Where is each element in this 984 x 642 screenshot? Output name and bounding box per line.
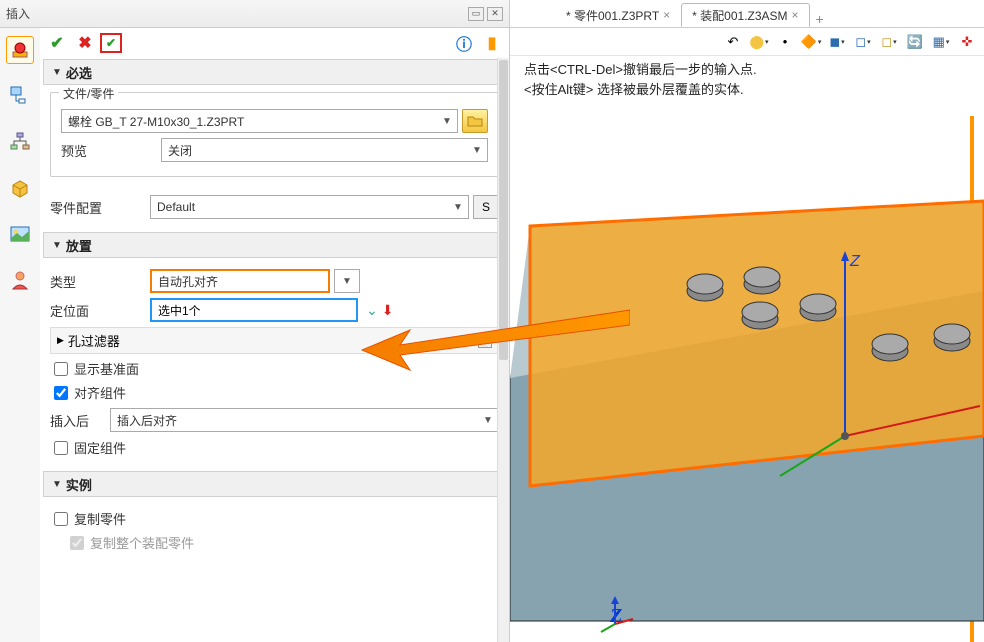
action-bar: ✔ ✖ ✔ ⓘ ▮: [40, 28, 509, 58]
spin-icon[interactable]: 🔄: [904, 32, 926, 52]
preview-select-value: 关闭: [168, 142, 192, 159]
show-datum-label: 显示基准面: [74, 359, 139, 378]
config-label: 零件配置: [50, 198, 150, 217]
filter-grid-icon[interactable]: [478, 334, 492, 348]
panel-pin-icon[interactable]: ▭: [468, 7, 484, 21]
type-select-value: 自动孔对齐: [158, 273, 218, 290]
cancel-button[interactable]: ✖: [72, 31, 98, 55]
insert-after-label: 插入后: [50, 411, 110, 430]
align-comp-checkbox[interactable]: [54, 386, 68, 400]
close-icon[interactable]: ×: [792, 8, 799, 22]
undo-icon[interactable]: ↶: [722, 32, 744, 52]
hint-line1: 点击<CTRL-Del>撤销最后一步的输入点.: [524, 60, 757, 80]
hint-text: 点击<CTRL-Del>撤销最后一步的输入点. <按住Alt键> 选择被最外层覆…: [524, 60, 757, 99]
stamp-icon[interactable]: [6, 36, 34, 64]
tab-asm[interactable]: * 装配001.Z3ASM ×: [681, 3, 809, 27]
face-label: 定位面: [50, 301, 150, 320]
hole-filter-header[interactable]: ▶ 孔过滤器: [50, 327, 499, 354]
file-select-value: 螺栓 GB_T 27-M10x30_1.Z3PRT: [68, 113, 244, 130]
viewport-3d[interactable]: Z Z: [510, 56, 984, 642]
cube-icon[interactable]: [6, 174, 34, 202]
section-required-header[interactable]: ▼ 必选: [43, 59, 506, 85]
dot-icon[interactable]: •: [774, 32, 796, 52]
section-instance-label: 实例: [66, 475, 92, 494]
section-placement-label: 放置: [66, 236, 92, 255]
tab-asm-label: * 装配001.Z3ASM: [692, 7, 787, 24]
copy-part-label: 复制零件: [74, 509, 126, 528]
tab-part-label: * 零件001.Z3PRT: [566, 7, 659, 24]
ok-button[interactable]: ✔: [44, 31, 70, 55]
hierarchy-icon[interactable]: [6, 128, 34, 156]
hint-line2: <按住Alt键> 选择被最外层覆盖的实体.: [524, 80, 757, 100]
target-icon[interactable]: ✜: [956, 32, 978, 52]
tab-add-icon[interactable]: +: [810, 11, 830, 27]
left-icon-strip: [0, 28, 40, 642]
help-icon[interactable]: ▮: [479, 31, 505, 55]
file-fieldset-legend: 文件/零件: [59, 85, 118, 102]
close-icon[interactable]: ×: [663, 8, 670, 22]
preview-label: 预览: [61, 141, 161, 160]
fix-comp-label: 固定组件: [74, 438, 126, 457]
collapse-icon: ▼: [52, 479, 62, 490]
file-select[interactable]: 螺栓 GB_T 27-M10x30_1.Z3PRT ▼: [61, 109, 458, 133]
collapse-icon: ▼: [52, 67, 62, 78]
copy-part-checkbox[interactable]: [54, 512, 68, 526]
viewport-toolbar: ↶ ⬤▾ • 🔶▾ ◼▾ ◻▾ ◻▾ 🔄 ▦▾ ✜: [510, 28, 984, 56]
tabs-row: * 零件001.Z3PRT × * 装配001.Z3ASM × +: [510, 0, 984, 28]
chevron-down-icon: ▼: [439, 116, 455, 127]
wireframe1-icon[interactable]: ◻▾: [852, 32, 874, 52]
preview-select[interactable]: 关闭 ▼: [161, 138, 488, 162]
copy-whole-checkbox: [70, 536, 84, 550]
expand-icon: ▶: [57, 335, 64, 346]
align-comp-label: 对齐组件: [74, 383, 126, 402]
folder-open-icon[interactable]: [462, 109, 488, 133]
chevron-down-icon: ▼: [469, 145, 485, 156]
pick-icon[interactable]: ⬇: [382, 302, 394, 319]
chevron-down-icon: ▼: [450, 202, 466, 213]
origin-axis-icon: [595, 594, 635, 634]
config-select-value: Default: [157, 200, 195, 214]
info-icon[interactable]: ⓘ: [451, 31, 477, 55]
chevron-down-icon: ▼: [341, 276, 353, 287]
brush-icon[interactable]: ⬤▾: [748, 32, 770, 52]
hole-filter-label: 孔过滤器: [68, 331, 120, 350]
panel-titlebar: 插入 ▭ ✕: [0, 0, 509, 28]
cube-solid-icon[interactable]: ◼▾: [826, 32, 848, 52]
accept-icon[interactable]: ⌄: [366, 302, 378, 319]
type-select[interactable]: 自动孔对齐: [150, 269, 330, 293]
copy-whole-label: 复制整个装配零件: [90, 533, 194, 552]
chevron-down-icon: ▼: [480, 415, 496, 426]
palette-icon[interactable]: 🔶▾: [800, 32, 822, 52]
scene-svg: Z: [510, 56, 984, 642]
type-label: 类型: [50, 272, 150, 291]
collapse-icon: ▼: [52, 240, 62, 251]
fix-comp-checkbox[interactable]: [54, 441, 68, 455]
insert-after-value: 插入后对齐: [117, 412, 177, 429]
box-tree-icon[interactable]: [6, 82, 34, 110]
panel-close-icon[interactable]: ✕: [487, 7, 503, 21]
section-required-label: 必选: [66, 63, 92, 82]
config-select[interactable]: Default ▼: [150, 195, 469, 219]
face-input[interactable]: [150, 298, 358, 322]
section-placement-header[interactable]: ▼ 放置: [43, 232, 506, 258]
apply-button[interactable]: ✔: [100, 33, 122, 53]
insert-after-select[interactable]: 插入后对齐 ▼: [110, 408, 499, 432]
scrollbar[interactable]: [497, 58, 509, 642]
form-area: ✔ ✖ ✔ ⓘ ▮ ▼ 必选 文件/零件: [40, 28, 509, 642]
grid-icon[interactable]: ▦▾: [930, 32, 952, 52]
axis-z-label: Z: [849, 253, 861, 270]
tab-part[interactable]: * 零件001.Z3PRT ×: [555, 3, 681, 27]
s-button[interactable]: S: [473, 195, 499, 219]
person-icon[interactable]: [6, 266, 34, 294]
section-instance-header[interactable]: ▼ 实例: [43, 471, 506, 497]
selected-face: [530, 201, 984, 486]
wireframe2-icon[interactable]: ◻▾: [878, 32, 900, 52]
file-fieldset: 文件/零件 螺栓 GB_T 27-M10x30_1.Z3PRT ▼: [50, 92, 499, 177]
panel-title: 插入: [6, 5, 30, 22]
show-datum-checkbox[interactable]: [54, 362, 68, 376]
type-dropdown-btn[interactable]: ▼: [334, 269, 360, 293]
image-icon[interactable]: [6, 220, 34, 248]
